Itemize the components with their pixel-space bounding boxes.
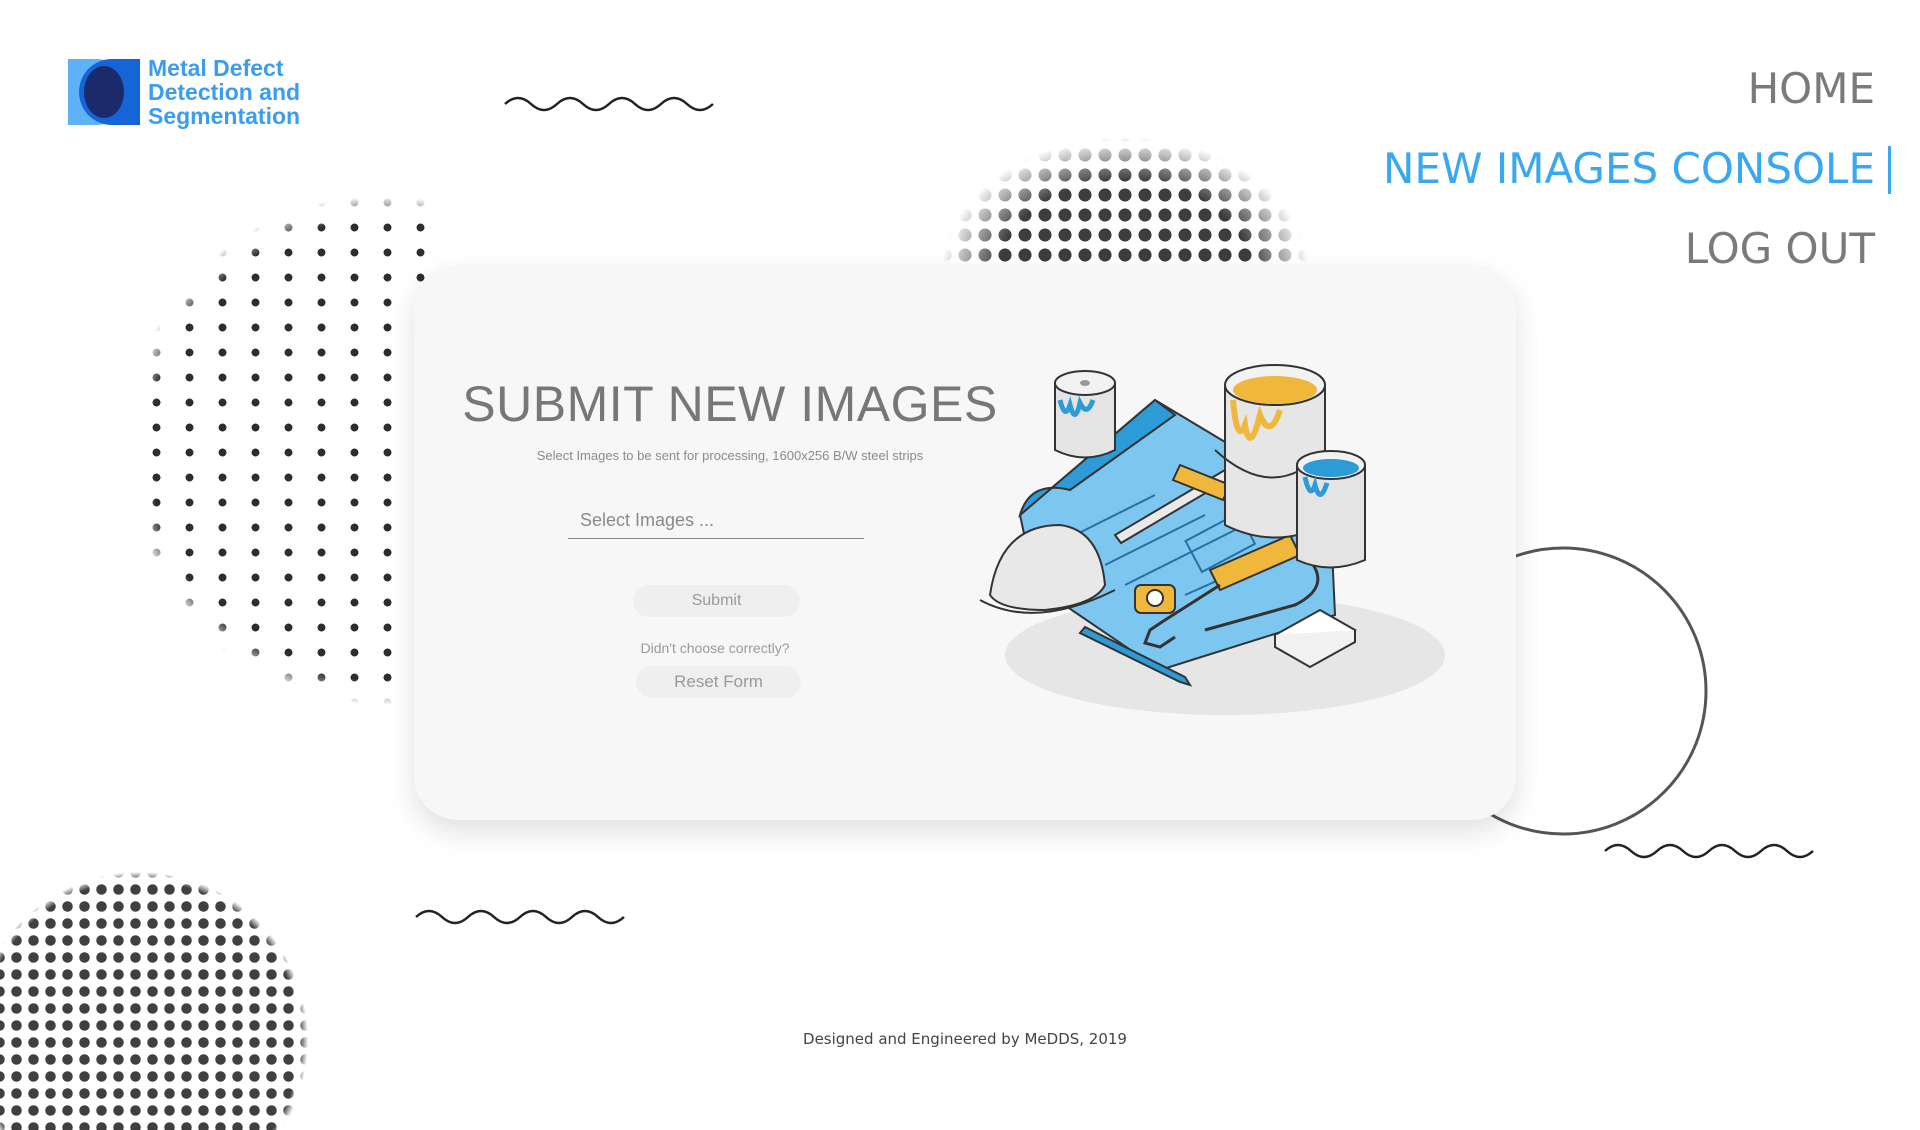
reset-form-button[interactable]: Reset Form: [636, 666, 801, 698]
logo-line-3: Segmentation: [148, 103, 301, 129]
logo-line-1: Metal Defect: [148, 55, 284, 81]
logo-icon: [68, 59, 140, 125]
squiggle-left: [415, 909, 625, 925]
brand-logo[interactable]: Metal Defect Detection and Segmentation: [60, 55, 328, 129]
squiggle-top: [504, 96, 714, 112]
logo-line-2: Detection and: [148, 79, 301, 105]
paint-cans-blueprint-illustration: [979, 364, 1445, 715]
squiggle-right: [1604, 843, 1814, 859]
page-subtitle: Select Images to be sent for processing,…: [536, 448, 924, 463]
nav-new-images-console[interactable]: NEW IMAGES CONSOLE: [1383, 138, 1875, 218]
nav-home[interactable]: HOME: [1383, 58, 1875, 138]
reset-hint: Didn't choose correctly?: [640, 640, 790, 656]
submit-button[interactable]: Submit: [633, 585, 800, 617]
footer-credit: Designed and Engineered by MeDDS, 2019: [803, 1030, 1127, 1048]
active-nav-indicator: [1888, 146, 1891, 194]
page-title: SUBMIT NEW IMAGES: [462, 376, 998, 432]
select-images-input[interactable]: [568, 503, 864, 539]
logo-text: Metal Defect Detection and Segmentation: [148, 56, 328, 128]
main-nav: HOME NEW IMAGES CONSOLE LOG OUT: [1383, 58, 1891, 298]
